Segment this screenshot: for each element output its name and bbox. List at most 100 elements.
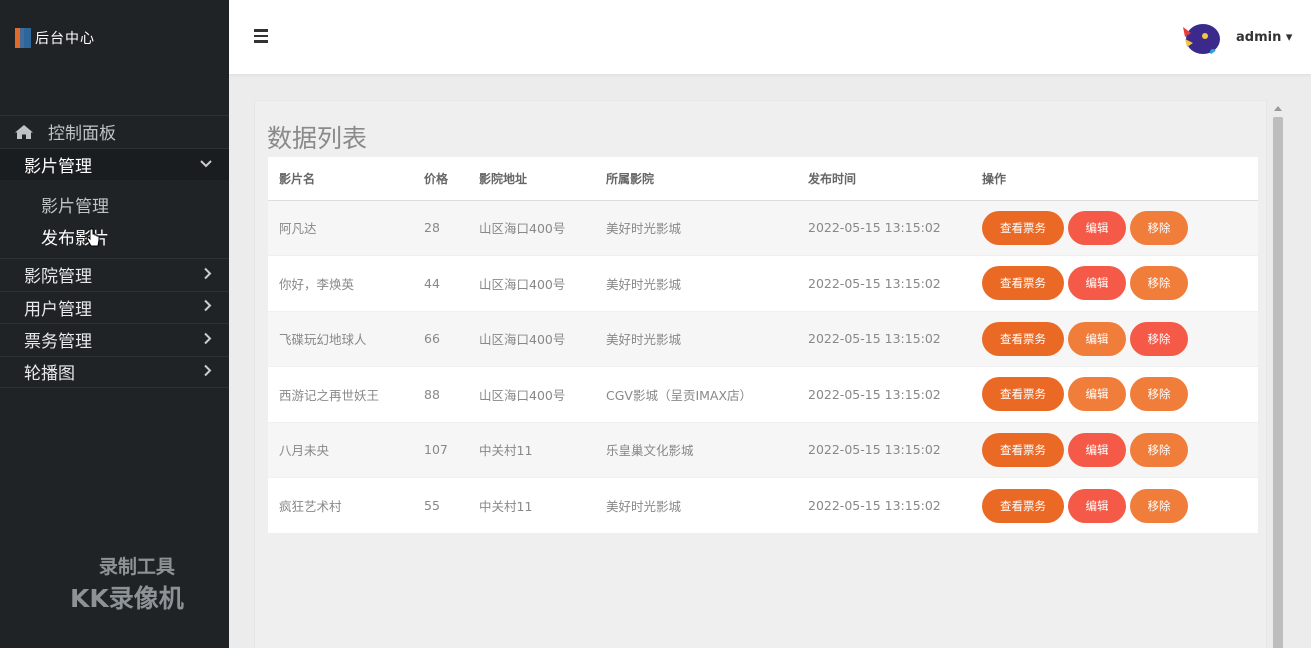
- brand[interactable]: 后台中心: [15, 28, 95, 48]
- table-row: 疯狂艺术村 55 中关村11 美好时光影城 2022-05-15 13:15:02 查看票…: [268, 477, 1258, 533]
- table-row: 你好，李焕英 44 山区海口400号 美好时光影城 2022-05-15 13:15:0…: [268, 255, 1258, 311]
- chevron-down-icon: ▾: [1285, 30, 1293, 45]
- sidebar-item-label: 影院管理: [24, 267, 92, 288]
- sidebar-subitem-movie-manage[interactable]: 影片管理: [0, 188, 229, 220]
- watermark-line1: 录制工具: [98, 556, 175, 578]
- cell-cinema: 美好时光影城: [595, 310, 797, 367]
- cell-cinema: 美好时光影城: [595, 199, 797, 256]
- chevron-right-icon: [204, 267, 212, 282]
- view-tickets-button[interactable]: 查看票务: [982, 321, 1064, 356]
- hamburger-icon[interactable]: [254, 29, 268, 43]
- brand-title: 后台中心: [35, 31, 95, 47]
- cell-actions: 查看票务 编辑 移除: [971, 255, 1258, 311]
- sidebar-item-carousel[interactable]: 轮播图: [0, 355, 229, 388]
- cell-price: 107: [413, 421, 468, 478]
- cell-actions: 查看票务 编辑 移除: [971, 199, 1258, 256]
- cell-price: 55: [413, 477, 468, 533]
- chevron-right-icon: [204, 300, 212, 315]
- watermark: 录制工具 KK录像机: [70, 552, 184, 615]
- sidebar-item-cinemas[interactable]: 影院管理: [0, 258, 229, 291]
- home-icon: [14, 124, 34, 140]
- cell-address: 山区海口400号: [468, 199, 595, 256]
- remove-button[interactable]: 移除: [1130, 432, 1188, 467]
- remove-button[interactable]: 移除: [1130, 266, 1188, 301]
- column-header: 影片名: [268, 157, 413, 201]
- sidebar-menu: 控制面板 影片管理 影片管理 发布影片 影院管理 用户管理 票务管理 轮播图: [0, 115, 229, 388]
- edit-button[interactable]: 编辑: [1068, 377, 1126, 412]
- brand-logo: [15, 28, 31, 48]
- cell-address: 山区海口400号: [468, 310, 595, 367]
- cell-name: 西游记之再世妖王: [268, 366, 413, 422]
- cell-name: 你好，李焕英: [268, 255, 413, 311]
- scroll-thumb[interactable]: [1273, 117, 1283, 648]
- sidebar-item-label: 票务管理: [24, 332, 92, 353]
- cell-cinema: CGV影城（呈贡IMAX店）: [595, 366, 797, 422]
- cell-time: 2022-05-15 13:15:02: [797, 421, 971, 478]
- top-bar: admin ▾: [229, 0, 1311, 75]
- scroll-up-icon[interactable]: [1274, 106, 1282, 111]
- submenu-movies: 影片管理 发布影片: [0, 180, 229, 258]
- content-panel: 数据列表 影片名 价格 影院地址 所属影院 发布时间 操作 阿凡达 28 山区海口4…: [254, 100, 1267, 648]
- view-tickets-button[interactable]: 查看票务: [982, 432, 1064, 467]
- hand-cursor-icon: [86, 228, 100, 248]
- table-row: 飞碟玩幻地球人 66 山区海口400号 美好时光影城 2022-05-15 13:15:…: [268, 310, 1258, 367]
- table-row: 西游记之再世妖王 88 山区海口400号 CGV影城（呈贡IMAX店） 2022-05-…: [268, 366, 1258, 422]
- cell-time: 2022-05-15 13:15:02: [797, 255, 971, 311]
- cell-price: 44: [413, 255, 468, 311]
- cell-address: 山区海口400号: [468, 255, 595, 311]
- chevron-right-icon: [204, 332, 212, 347]
- cell-time: 2022-05-15 13:15:02: [797, 310, 971, 367]
- cell-actions: 查看票务 编辑 移除: [971, 310, 1258, 367]
- watermark-line2: KK录像机: [70, 584, 184, 613]
- edit-button[interactable]: 编辑: [1068, 266, 1126, 301]
- edit-button[interactable]: 编辑: [1068, 210, 1126, 245]
- cell-actions: 查看票务 编辑 移除: [971, 477, 1258, 533]
- remove-button[interactable]: 移除: [1130, 321, 1188, 356]
- cell-price: 88: [413, 366, 468, 422]
- cell-price: 66: [413, 310, 468, 367]
- table-row: 阿凡达 28 山区海口400号 美好时光影城 2022-05-15 13:15:02 查看…: [268, 199, 1258, 256]
- remove-button[interactable]: 移除: [1130, 488, 1188, 523]
- view-tickets-button[interactable]: 查看票务: [982, 266, 1064, 301]
- column-header: 操作: [971, 157, 1258, 201]
- table-row: 八月未央 107 中关村11 乐皇巢文化影城 2022-05-15 13:15:02 查看…: [268, 421, 1258, 478]
- data-table: 影片名 价格 影院地址 所属影院 发布时间 操作 阿凡达 28 山区海口400号 美好…: [268, 157, 1258, 533]
- user-name: admin: [1236, 30, 1282, 45]
- cell-address: 山区海口400号: [468, 366, 595, 422]
- view-tickets-button[interactable]: 查看票务: [982, 488, 1064, 523]
- table-header-row: 影片名 价格 影院地址 所属影院 发布时间 操作: [268, 157, 1258, 201]
- chevron-down-icon: [200, 157, 212, 171]
- cell-time: 2022-05-15 13:15:02: [797, 199, 971, 256]
- column-header: 影院地址: [468, 157, 595, 201]
- cell-name: 疯狂艺术村: [268, 477, 413, 533]
- sidebar-item-label: 控制面板: [48, 124, 116, 145]
- cell-name: 飞碟玩幻地球人: [268, 310, 413, 367]
- cell-cinema: 美好时光影城: [595, 255, 797, 311]
- column-header: 所属影院: [595, 157, 797, 201]
- edit-button[interactable]: 编辑: [1068, 488, 1126, 523]
- cell-time: 2022-05-15 13:15:02: [797, 366, 971, 422]
- sidebar-item-label: 用户管理: [24, 299, 92, 320]
- sidebar-item-dashboard[interactable]: 控制面板: [0, 115, 229, 148]
- sidebar-item-label: 轮播图: [24, 364, 75, 385]
- user-menu[interactable]: admin ▾: [1236, 30, 1292, 45]
- scrollbar[interactable]: [1272, 103, 1284, 648]
- cell-actions: 查看票务 编辑 移除: [971, 421, 1258, 478]
- sidebar-subitem-publish-movie[interactable]: 发布影片: [0, 220, 229, 252]
- sidebar-item-tickets[interactable]: 票务管理: [0, 323, 229, 356]
- view-tickets-button[interactable]: 查看票务: [982, 210, 1064, 245]
- remove-button[interactable]: 移除: [1130, 210, 1188, 245]
- edit-button[interactable]: 编辑: [1068, 432, 1126, 467]
- column-header: 价格: [413, 157, 468, 201]
- cell-time: 2022-05-15 13:15:02: [797, 477, 971, 533]
- cell-address: 中关村11: [468, 477, 595, 533]
- sidebar-item-users[interactable]: 用户管理: [0, 290, 229, 324]
- edit-button[interactable]: 编辑: [1068, 321, 1126, 356]
- cell-name: 八月未央: [268, 421, 413, 478]
- sidebar-item-movies[interactable]: 影片管理: [0, 147, 229, 180]
- cell-actions: 查看票务 编辑 移除: [971, 366, 1258, 422]
- remove-button[interactable]: 移除: [1130, 377, 1188, 412]
- avatar[interactable]: [1179, 19, 1221, 57]
- view-tickets-button[interactable]: 查看票务: [982, 377, 1064, 412]
- column-header: 发布时间: [797, 157, 971, 201]
